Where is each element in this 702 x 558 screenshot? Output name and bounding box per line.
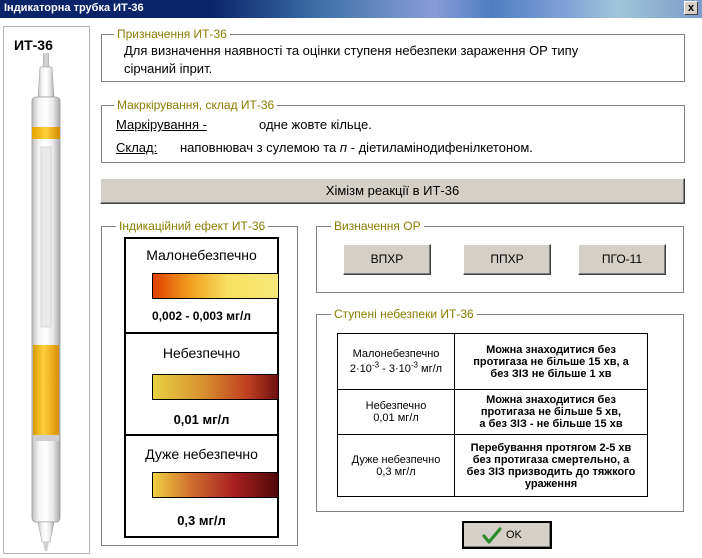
row-1-value-a: 2·10 [349, 363, 372, 376]
window-title: Індикаторна трубка ИТ-36 [4, 2, 144, 14]
dialog-window: Індикаторна трубка ИТ-36 x ИТ-36 Признач… [0, 0, 702, 558]
purpose-group: Призначення ИТ-36 Для визначення наявнос… [101, 27, 685, 82]
table-row: Малонебезпечно 2·10-3 - 3·10-3 мг/л Можн… [337, 333, 648, 390]
row-2-desc-1: Можна знаходитися без [486, 394, 616, 406]
row-3-desc-2: без протигаза смертельно, а [472, 453, 630, 466]
row-1-desc-1: Можна знаходитися без [486, 343, 616, 356]
title-bar[interactable]: Індикаторна трубка ИТ-36 x [0, 0, 702, 18]
level-cell-2: Небезпечно 0,01 мг/л [126, 334, 279, 436]
row-1-level-value: 2·10-3 - 3·10-3 мг/л [349, 360, 443, 376]
purpose-title: Призначення ИТ-36 [114, 27, 230, 41]
indicator-tube-image [31, 40, 61, 551]
composition-label: Склад: [116, 140, 158, 155]
tube-label: ИТ-36 [12, 37, 55, 53]
row-1-exp-a: -3 [371, 360, 380, 370]
desc-cell: Можна знаходитися без протигаза не більш… [454, 333, 648, 390]
ppkhr-button[interactable]: ППХР [463, 244, 551, 275]
table-row: Дуже небезпечно 0,3 мг/л Перебування про… [337, 434, 648, 497]
level-cell-3: Дуже небезпечно 0,3 мг/л [126, 436, 279, 536]
color-swatch-high [152, 472, 279, 498]
row-3-desc-1: Перебування протягом 2-5 хв [470, 441, 632, 454]
level-value-1: 0,002 - 0,003 мг/л [152, 309, 251, 323]
row-2-desc-3: а без ЗІЗ - не більше 15 хв [479, 418, 623, 430]
level-name-2: Небезпечно [162, 345, 241, 361]
ok-label: OK [506, 529, 522, 541]
row-1-exp-b: -3 [410, 360, 418, 370]
level-cell: Небезпечно 0,01 мг/л [337, 389, 455, 435]
close-button[interactable]: x [684, 1, 698, 15]
checkmark-icon [482, 527, 502, 544]
row-1-unit: мг/л [417, 363, 443, 376]
row-3-desc-4: ураження [524, 477, 578, 490]
composition-part-a: наповнювач з сулемою та [180, 140, 340, 155]
purpose-line-2: сірчаний іприт. [124, 61, 213, 76]
row-3-level-name: Дуже небезпечно [351, 453, 441, 466]
purpose-line-1: Для визначення наявності та оцінки ступе… [124, 43, 579, 58]
ok-button[interactable]: OK [462, 521, 552, 549]
row-1-value-mid: - 3·10 [379, 363, 411, 376]
row-1-desc-3: без ЗІЗ не більше 1 хв [490, 367, 612, 380]
tube-panel: ИТ-36 [3, 26, 90, 554]
composition-value: наповнювач з сулемою та п - діетиламінод… [180, 140, 533, 155]
vpkhr-button[interactable]: ВПХР [343, 244, 431, 275]
level-name-3: Дуже небезпечно [145, 446, 258, 462]
level-value-2: 0,01 мг/л [173, 412, 230, 427]
level-cell-1: Малонебезпечно 0,002 - 0,003 мг/л [126, 239, 279, 334]
row-1-level-name: Малонебезпечно [352, 347, 440, 360]
row-2-level-name: Небезпечно [365, 400, 427, 412]
detection-title: Визначення ОР [331, 219, 424, 233]
danger-degrees-table: Малонебезпечно 2·10-3 - 3·10-3 мг/л Можн… [337, 333, 648, 497]
indication-frame: Малонебезпечно 0,002 - 0,003 мг/л Небезп… [124, 237, 279, 538]
color-swatch-medium [152, 374, 279, 400]
row-3-desc-3: без ЗІЗ призводить до тяжкого [466, 465, 636, 478]
color-swatch-low [152, 273, 279, 299]
level-value-3: 0,3 мг/л [177, 513, 226, 528]
row-1-desc-2: протигаза не більше 15 хв, а [473, 355, 629, 368]
row-2-desc-2: протигаза не більше 5 хв, [480, 406, 622, 418]
desc-cell: Перебування протягом 2-5 хв без протигаз… [454, 434, 648, 497]
degrees-title: Ступені небезпеки ИТ-36 [331, 307, 477, 321]
pgo11-button[interactable]: ПГО-11 [578, 244, 666, 275]
marking-group: Макркірування, склад ИТ-36 Маркірування … [101, 98, 685, 163]
marking-value: одне жовте кільце. [259, 117, 372, 132]
level-cell: Малонебезпечно 2·10-3 - 3·10-3 мг/л [337, 333, 455, 390]
indication-title: Індикаційний ефект ИТ-36 [116, 219, 269, 233]
chemistry-reaction-button[interactable]: Хімізм реакції в ИТ-36 [100, 178, 685, 204]
level-cell: Дуже небезпечно 0,3 мг/л [337, 434, 455, 497]
desc-cell: Можна знаходитися без протигаза не більш… [454, 389, 648, 435]
row-3-level-value: 0,3 мг/л [376, 465, 416, 478]
marking-label: Маркірування - [116, 117, 207, 132]
table-row: Небезпечно 0,01 мг/л Можна знаходитися б… [337, 389, 648, 435]
level-name-1: Малонебезпечно [146, 247, 257, 263]
marking-title: Макркірування, склад ИТ-36 [114, 98, 278, 112]
composition-n: п [339, 140, 348, 155]
row-2-level-value: 0,01 мг/л [373, 412, 419, 424]
composition-part-b: - діетиламінодифенілкетоном. [347, 140, 533, 155]
